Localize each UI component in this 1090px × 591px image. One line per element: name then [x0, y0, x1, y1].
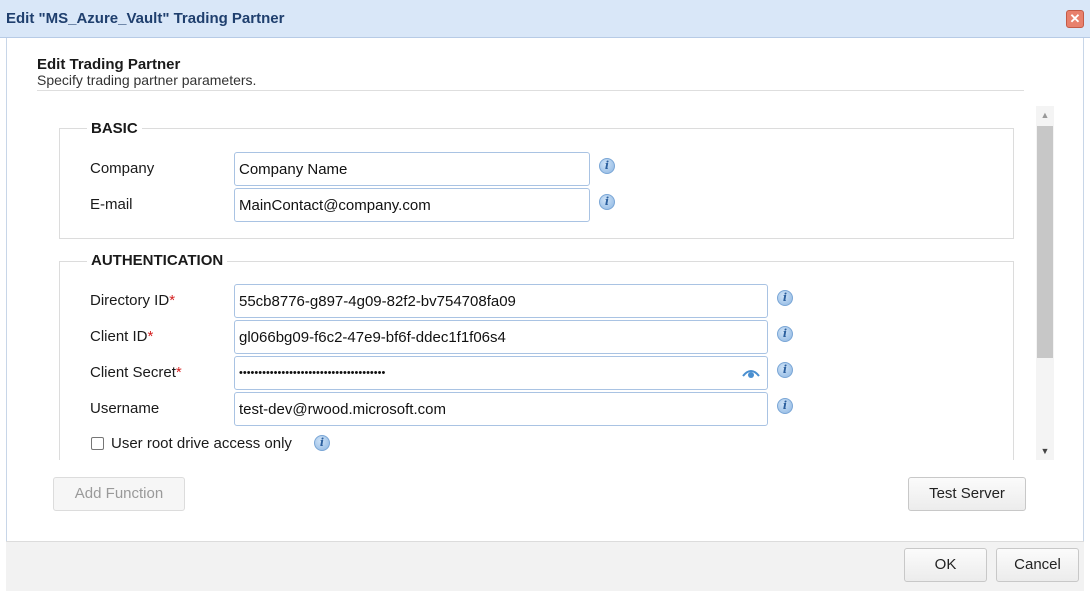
client-secret-info-icon[interactable]: i — [777, 362, 793, 378]
client-id-label: Client ID* — [90, 328, 153, 345]
company-label: Company — [90, 160, 155, 177]
client-id-info-icon[interactable]: i — [777, 326, 793, 342]
directory-id-info-icon[interactable]: i — [777, 290, 793, 306]
email-label: E-mail — [90, 196, 133, 213]
username-input[interactable] — [234, 392, 768, 426]
page-subtitle: Specify trading partner parameters. — [37, 72, 257, 88]
close-icon[interactable]: ✕ — [1066, 10, 1084, 28]
header-divider — [37, 90, 1024, 91]
client-secret-label: Client Secret* — [90, 364, 182, 381]
client-secret-label-text: Client Secret — [90, 364, 176, 381]
ok-button[interactable]: OK — [904, 548, 987, 582]
client-id-input[interactable] — [234, 320, 768, 354]
dialog-titlebar: Edit "MS_Azure_Vault" Trading Partner ✕ — [0, 0, 1090, 38]
username-label: Username — [90, 400, 160, 417]
scroll-thumb[interactable] — [1037, 126, 1053, 358]
directory-id-input[interactable] — [234, 284, 768, 318]
username-info-icon[interactable]: i — [777, 398, 793, 414]
scroll-up-icon[interactable]: ▲ — [1036, 108, 1054, 122]
directory-id-label-text: Directory ID — [90, 292, 170, 309]
authentication-legend: AUTHENTICATION — [87, 252, 228, 269]
show-password-icon[interactable] — [742, 367, 760, 379]
directory-id-label: Directory ID* — [90, 292, 175, 309]
basic-legend: BASIC — [87, 120, 142, 137]
form-scroll-area: BASIC Company i E-mail i AUTHENTICATION … — [37, 106, 1054, 460]
required-marker: * — [147, 328, 154, 345]
form-scrollbar[interactable]: ▲ ▼ — [1036, 106, 1054, 460]
dialog-footer: OK Cancel — [6, 541, 1084, 591]
email-info-icon[interactable]: i — [599, 194, 615, 210]
page-title: Edit Trading Partner — [37, 56, 181, 73]
add-function-button[interactable]: Add Function — [53, 477, 185, 511]
root-drive-label[interactable]: User root drive access only — [111, 435, 292, 452]
root-drive-info-icon[interactable]: i — [314, 435, 330, 451]
root-drive-checkbox[interactable] — [91, 437, 104, 450]
required-marker: * — [175, 364, 182, 381]
cancel-button[interactable]: Cancel — [996, 548, 1079, 582]
scroll-down-icon[interactable]: ▼ — [1036, 444, 1054, 458]
email-input[interactable] — [234, 188, 590, 222]
dialog-title: Edit "MS_Azure_Vault" Trading Partner — [6, 10, 285, 27]
company-input[interactable] — [234, 152, 590, 186]
company-info-icon[interactable]: i — [599, 158, 615, 174]
client-secret-input[interactable] — [234, 356, 768, 390]
client-id-label-text: Client ID — [90, 328, 148, 345]
required-marker: * — [169, 292, 176, 309]
test-server-button[interactable]: Test Server — [908, 477, 1026, 511]
